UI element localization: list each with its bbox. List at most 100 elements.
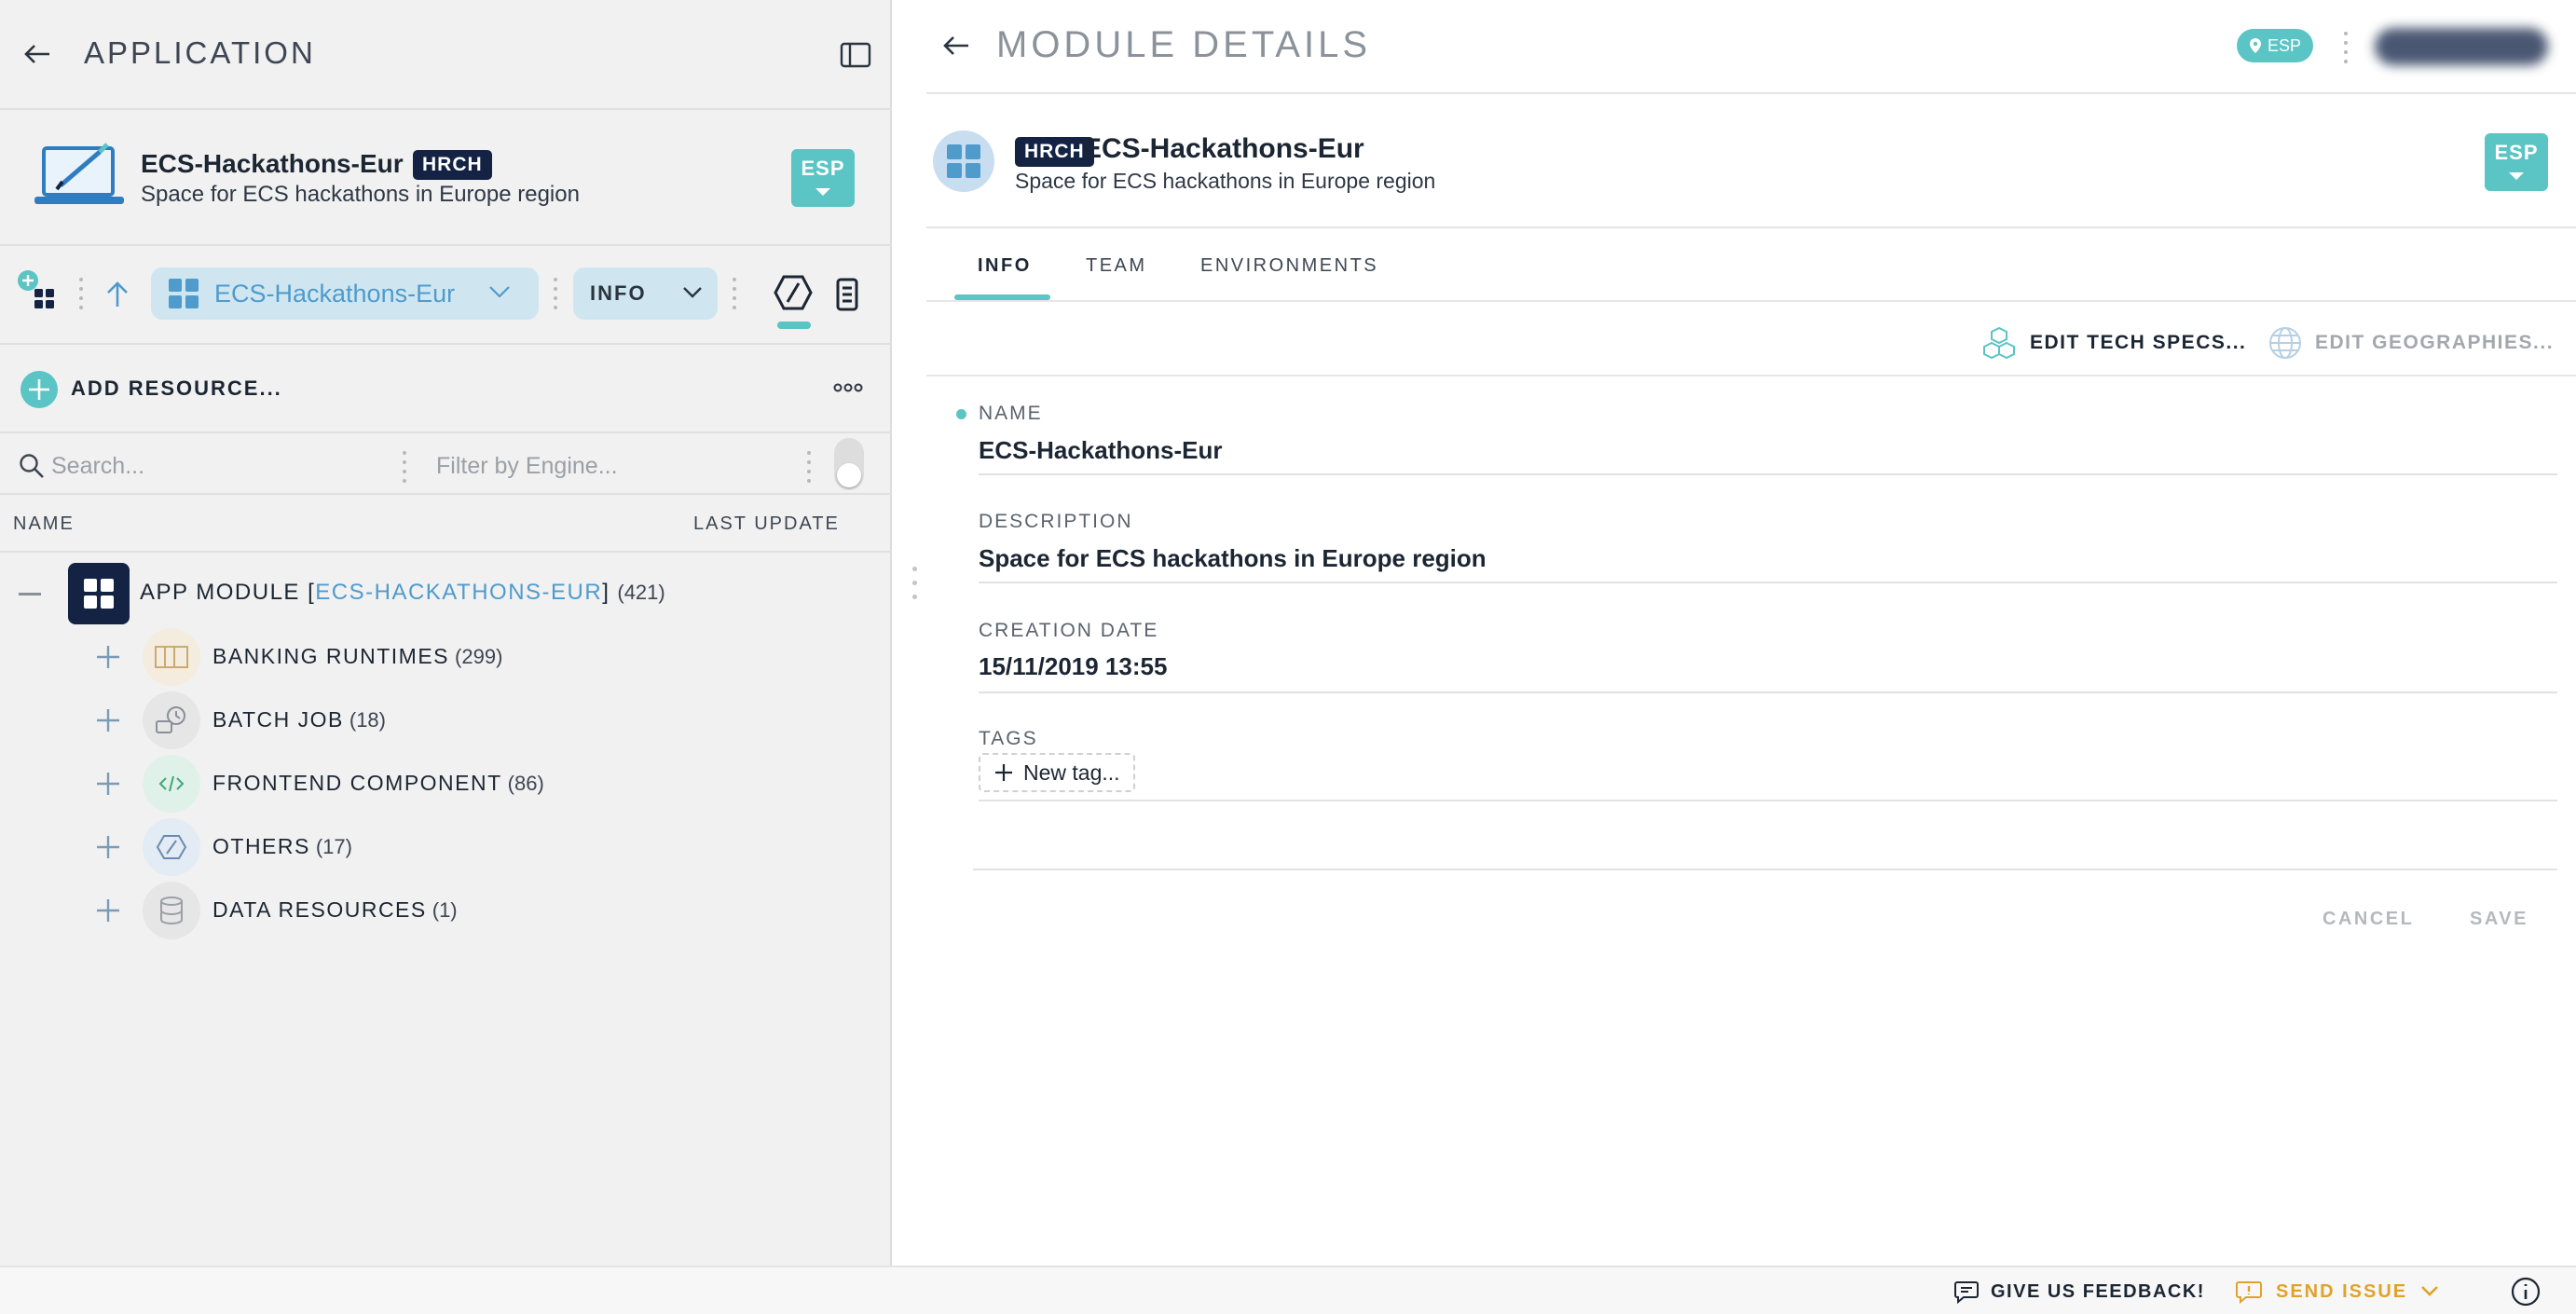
chevron-down-icon	[2421, 1286, 2439, 1296]
tree-root-prefix: APP MODULE [	[140, 580, 316, 605]
hexagon-view-icon[interactable]	[772, 272, 815, 313]
back-arrow-icon[interactable]	[19, 37, 56, 71]
search-icon	[17, 451, 47, 481]
separator-dots	[403, 451, 406, 488]
module-badge: HRCH	[1015, 137, 1094, 167]
required-indicator	[956, 409, 966, 419]
divider	[926, 226, 2576, 228]
send-issue-button[interactable]: SEND ISSUE	[2235, 1280, 2439, 1304]
tab-environments[interactable]: ENVIRONMENTS	[1200, 255, 1378, 277]
module-select[interactable]: ECS-Hackathons-Eur	[151, 267, 539, 320]
divider	[926, 300, 2576, 302]
cubes-icon	[1983, 326, 2015, 360]
module-avatar	[933, 130, 994, 192]
description-field-label: DESCRIPTION	[979, 511, 1133, 532]
tree-item-banking-runtimes[interactable]: BANKING RUNTIMES (299)	[0, 625, 892, 689]
module-name: ECS-Hackathons-Eur	[1083, 133, 1364, 164]
module-region-button[interactable]: ESP	[2485, 133, 2548, 191]
divider	[926, 92, 2576, 94]
hexagon-icon	[143, 818, 200, 876]
panel-resize-handle[interactable]	[912, 567, 917, 609]
edit-tech-specs-button[interactable]: EDIT TECH SPECS...	[1981, 326, 2246, 360]
expand-icon[interactable]	[93, 896, 123, 925]
expand-icon[interactable]	[93, 642, 123, 672]
database-icon	[143, 882, 200, 939]
separator-dots	[807, 451, 811, 488]
tree-item-frontend-component[interactable]: FRONTEND COMPONENT (86)	[0, 752, 892, 815]
add-resource-icon[interactable]	[19, 369, 60, 410]
new-tag-button[interactable]: New tag...	[979, 753, 1135, 792]
edit-geographies-label: EDIT GEOGRAPHIES...	[2315, 332, 2555, 353]
creation-date-value: 15/11/2019 13:55	[979, 652, 1168, 680]
tree-item-label: BATCH JOB (18)	[212, 707, 386, 732]
separator-dots	[2344, 32, 2348, 69]
divider	[973, 869, 2557, 870]
view-select[interactable]: INFO	[573, 267, 718, 320]
back-arrow-icon[interactable]	[938, 30, 975, 62]
application-region-button[interactable]: ESP	[791, 149, 855, 207]
send-issue-label: SEND ISSUE	[2276, 1280, 2408, 1302]
globe-icon	[2269, 327, 2301, 359]
application-panel: APPLICATION ECS-Hackathons-Eur HRCH Spac…	[0, 0, 892, 1266]
tab-team[interactable]: TEAM	[1086, 255, 1147, 277]
filter-toggle[interactable]	[834, 438, 864, 490]
expand-icon[interactable]	[93, 705, 123, 735]
divider	[0, 244, 892, 246]
divider	[926, 375, 2576, 376]
code-icon	[143, 755, 200, 813]
add-resource-button[interactable]: ADD RESOURCE...	[71, 376, 282, 401]
edit-geographies-button[interactable]: EDIT GEOGRAPHIES...	[2268, 326, 2554, 360]
tree-root-count: (421)	[617, 581, 665, 604]
laptop-icon	[33, 138, 126, 212]
region-chip[interactable]: ESP	[2237, 29, 2313, 62]
navigate-up-icon[interactable]	[99, 276, 136, 313]
tree-item-label: OTHERS (17)	[212, 834, 352, 858]
tree-root-label[interactable]: APP MODULE [ECS-HACKATHONS-EUR] (421)	[140, 580, 665, 606]
view-select-value: INFO	[590, 281, 647, 305]
save-button[interactable]: SAVE	[2470, 909, 2528, 930]
module-description: Space for ECS hackathons in Europe regio…	[1015, 169, 1436, 193]
column-header-last-update[interactable]: LAST UPDATE	[693, 513, 840, 535]
tree-root-link[interactable]: ECS-HACKATHONS-EUR	[315, 580, 602, 605]
collapse-icon[interactable]	[19, 593, 41, 595]
app-module-icon	[68, 563, 130, 624]
application-name: ECS-Hackathons-Eur	[141, 149, 404, 178]
engine-filter-input[interactable]	[436, 447, 790, 485]
more-options-icon[interactable]	[829, 376, 867, 399]
field-underline	[979, 582, 2557, 583]
user-menu[interactable]	[2375, 28, 2548, 65]
active-view-indicator	[777, 322, 811, 329]
panel-title: APPLICATION	[84, 35, 316, 70]
divider	[0, 431, 892, 433]
info-icon[interactable]	[2511, 1277, 2541, 1307]
panel-toggle-icon[interactable]	[837, 39, 874, 71]
expand-icon[interactable]	[93, 832, 123, 862]
divider	[0, 493, 892, 495]
separator-dots	[79, 278, 83, 315]
expand-icon[interactable]	[93, 769, 123, 799]
field-underline	[979, 473, 2557, 475]
region-chip-label: ESP	[2267, 35, 2302, 55]
divider	[0, 343, 892, 345]
tree-item-data-resources[interactable]: DATA RESOURCES (1)	[0, 879, 892, 942]
name-field[interactable]	[979, 433, 2554, 467]
column-header-name[interactable]: NAME	[13, 513, 75, 535]
device-view-icon[interactable]	[831, 274, 863, 315]
search-input[interactable]	[51, 447, 387, 485]
separator-dots	[554, 278, 557, 315]
divider	[0, 108, 892, 110]
field-underline	[979, 800, 2557, 801]
give-feedback-button[interactable]: GIVE US FEEDBACK!	[1953, 1280, 2205, 1304]
tree-item-others[interactable]: OTHERS (17)	[0, 815, 892, 879]
tree-root-suffix: ]	[602, 580, 610, 605]
tab-info[interactable]: INFO	[978, 255, 1032, 277]
give-feedback-label: GIVE US FEEDBACK!	[1991, 1280, 2205, 1302]
description-field[interactable]	[979, 541, 2554, 575]
tags-label: TAGS	[979, 728, 1038, 749]
tree-item-label: FRONTEND COMPONENT (86)	[212, 771, 544, 795]
caret-down-icon	[2509, 172, 2524, 180]
tree-item-batch-job[interactable]: BATCH JOB (18)	[0, 689, 892, 752]
tree-item-label: BANKING RUNTIMES (299)	[212, 644, 503, 668]
add-module-icon[interactable]	[13, 268, 60, 311]
cancel-button[interactable]: CANCEL	[2323, 909, 2414, 930]
